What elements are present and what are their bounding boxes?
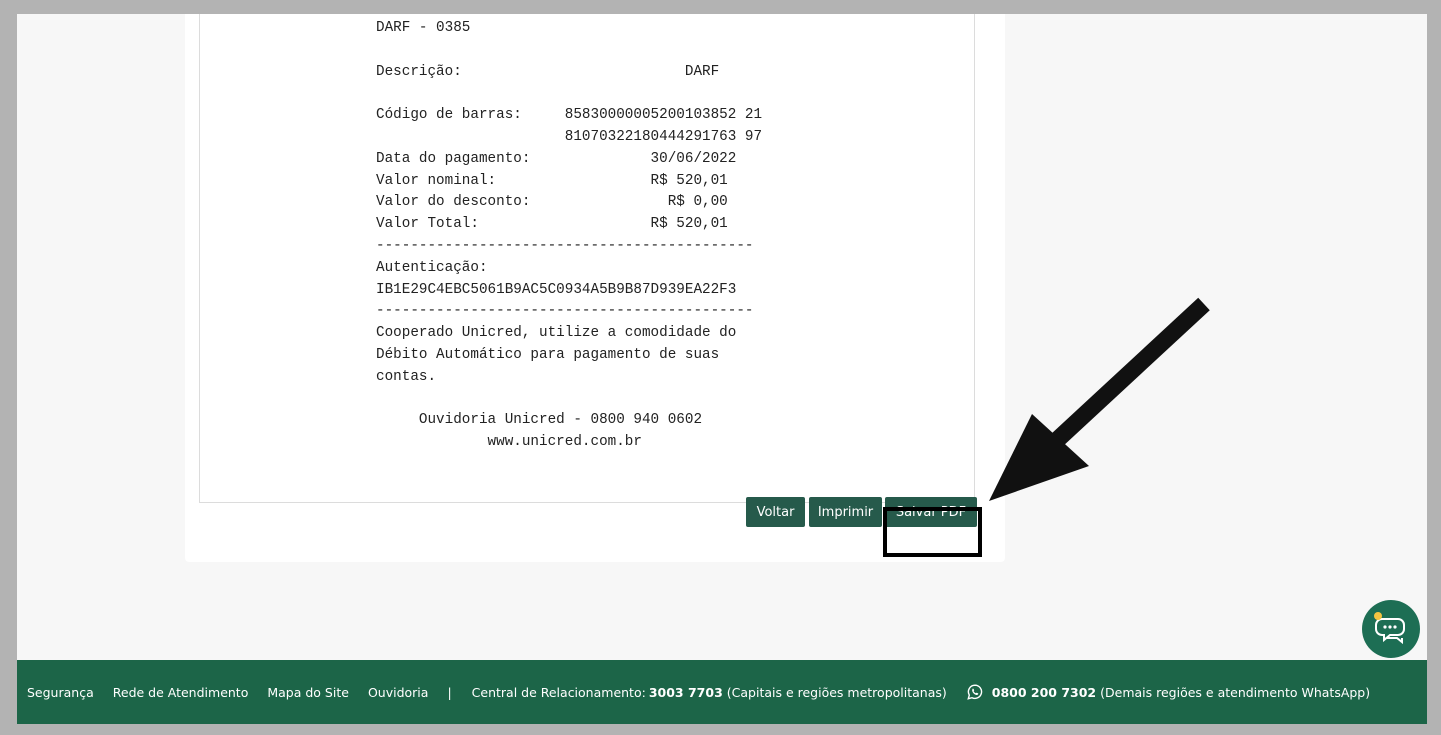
whatsapp-phone: 0800 200 7302 (991, 684, 1097, 700)
chat-button[interactable] (1362, 600, 1420, 658)
receipt-card: DARF - 0385 Descrição: DARF Código de ba… (185, 14, 1005, 562)
salvar-pdf-button[interactable]: Salvar PDF (885, 497, 977, 527)
footer-link-mapa-do-site[interactable]: Mapa do Site (267, 685, 349, 700)
receipt-text: DARF - 0385 Descrição: DARF Código de ba… (376, 20, 763, 451)
voltar-button[interactable]: Voltar (746, 497, 805, 527)
footer-separator: | (447, 684, 452, 700)
central-phone: 3003 7703 (648, 684, 723, 700)
footer-link-rede-de-atendimento[interactable]: Rede de Atendimento (113, 685, 249, 700)
whatsapp-icon (967, 684, 983, 700)
arrow-pointer-icon (989, 297, 1210, 501)
whatsapp-note: (Demais regiões e atendimento WhatsApp) (1100, 684, 1371, 700)
receipt-panel: DARF - 0385 Descrição: DARF Código de ba… (199, 14, 975, 503)
chat-bubbles-icon (1374, 612, 1405, 645)
footer-link-seguranca[interactable]: Segurança (27, 685, 94, 700)
central-label: Central de Relacionamento: (471, 684, 646, 700)
footer-link-ouvidoria[interactable]: Ouvidoria (368, 685, 429, 700)
page-frame: DARF - 0385 Descrição: DARF Código de ba… (17, 14, 1427, 724)
footer: Segurança Rede de Atendimento Mapa do Si… (17, 660, 1427, 724)
central-note: (Capitais e regiões metropolitanas) (726, 684, 947, 700)
imprimir-button[interactable]: Imprimir (809, 497, 882, 527)
